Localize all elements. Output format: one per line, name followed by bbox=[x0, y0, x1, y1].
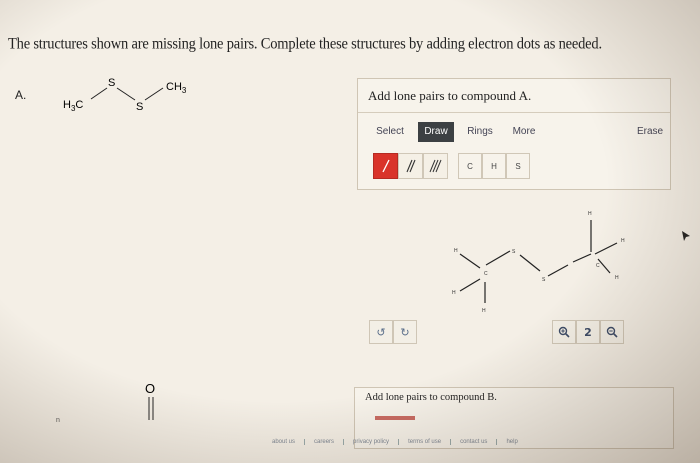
undo-button[interactable]: ↺ bbox=[369, 320, 393, 344]
canvas-atom-h-right: H bbox=[621, 238, 625, 244]
tab-rings[interactable]: Rings bbox=[460, 122, 500, 142]
bond-s1-s2 bbox=[116, 87, 136, 101]
zoom-in-button[interactable] bbox=[552, 320, 576, 344]
zoom-out-icon bbox=[606, 326, 618, 338]
undo-icon: ↺ bbox=[376, 325, 386, 339]
atom-h3c: H3C bbox=[63, 99, 83, 113]
zoom-in-icon bbox=[558, 326, 570, 338]
element-c-button[interactable]: C bbox=[458, 153, 482, 179]
footer-link-careers[interactable]: careers bbox=[305, 439, 345, 445]
bond-toolbar bbox=[373, 153, 448, 179]
canvas-atom-h-bottom: H bbox=[482, 308, 486, 314]
footer-link-contact[interactable]: contact us bbox=[451, 439, 498, 445]
question-text: The structures shown are missing lone pa… bbox=[8, 35, 602, 53]
panel-b-toolbar-stub bbox=[375, 416, 415, 420]
part-a-label: A. bbox=[15, 88, 27, 102]
footer-link-help[interactable]: help bbox=[497, 439, 526, 445]
element-s-button[interactable]: S bbox=[506, 153, 530, 179]
cursor-arrow-icon bbox=[682, 231, 690, 241]
canvas-atom-c-left: C bbox=[484, 271, 488, 277]
canvas-atom-h-left-top: H bbox=[454, 248, 458, 254]
canvas-atom-c-right: C bbox=[596, 263, 600, 269]
reset-view-icon: 2 bbox=[584, 325, 592, 339]
footer-link-about[interactable]: about us bbox=[263, 439, 306, 445]
element-h-button[interactable]: H bbox=[482, 153, 506, 179]
footer-links: about us careers privacy policy terms of… bbox=[263, 439, 527, 445]
atom-s2: S bbox=[136, 101, 143, 113]
tab-select[interactable]: Select bbox=[370, 122, 410, 142]
element-toolbar: C H S bbox=[458, 153, 530, 179]
single-bond-icon bbox=[381, 159, 390, 173]
canvas-molecule[interactable]: H H H S C S C H H H bbox=[440, 205, 640, 320]
double-bond-button[interactable] bbox=[398, 153, 423, 179]
bond-s2-c bbox=[144, 87, 164, 101]
reset-view-button[interactable]: 2 bbox=[576, 320, 600, 344]
tab-draw[interactable]: Draw bbox=[418, 122, 454, 142]
tab-more[interactable]: More bbox=[506, 122, 542, 142]
zoom-controls: 2 bbox=[552, 320, 624, 344]
zoom-out-button[interactable] bbox=[600, 320, 624, 344]
atom-ch3: CH3 bbox=[166, 81, 187, 95]
triple-bond-button[interactable] bbox=[423, 153, 448, 179]
single-bond-button[interactable] bbox=[373, 153, 398, 179]
panel-a-title: Add lone pairs to compound A. bbox=[368, 88, 532, 103]
panel-b-title: Add lone pairs to compound B. bbox=[365, 392, 497, 403]
bond-c-s1 bbox=[90, 87, 108, 100]
panel-divider bbox=[358, 112, 670, 113]
erase-button[interactable]: Erase bbox=[634, 122, 666, 142]
canvas-atom-s-right: S bbox=[542, 277, 546, 283]
canvas-atom-h-top: H bbox=[588, 211, 592, 217]
compound-a-editor: Add lone pairs to compound A. Select Dra… bbox=[357, 78, 671, 190]
atom-s1: S bbox=[108, 77, 115, 89]
footer-link-privacy[interactable]: privacy policy bbox=[344, 439, 400, 445]
redo-icon: ↻ bbox=[400, 325, 410, 339]
footer-link-terms[interactable]: terms of use bbox=[399, 439, 452, 445]
edge-mark: n bbox=[56, 417, 60, 424]
triple-bond-icon bbox=[429, 159, 441, 173]
double-bond-icon bbox=[405, 159, 416, 173]
compound-b-structure: O bbox=[145, 381, 155, 420]
canvas-atom-h-left-bottom: H bbox=[452, 290, 456, 296]
canvas-atom-s-left: S bbox=[512, 249, 516, 255]
compound-a-structure: H3C S S CH3 bbox=[63, 77, 187, 113]
history-controls: ↺ ↻ bbox=[369, 320, 417, 344]
canvas-atom-h-right-lower: H bbox=[615, 275, 619, 281]
atom-o: O bbox=[145, 381, 155, 396]
redo-button[interactable]: ↻ bbox=[393, 320, 417, 344]
